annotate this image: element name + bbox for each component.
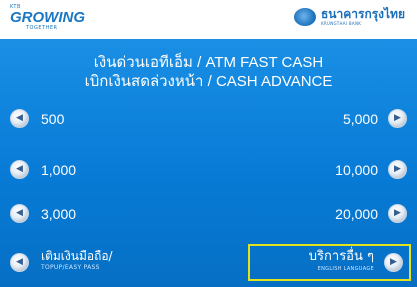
amount-label: 3,000 [41, 205, 77, 222]
amount-label: 10,000 [335, 161, 378, 178]
select-arrow-icon: ◀ [10, 109, 29, 128]
topup-button[interactable]: ◀ เติมเงินมือถือ/ TOPUP/EASY PASS [10, 250, 113, 274]
amount-button-500[interactable]: ◀ 500 [10, 109, 64, 128]
select-arrow-icon: ▶ [388, 109, 407, 128]
growing-together-logo: KTB GROWING TOGETHER [10, 4, 85, 31]
atm-screen: KTB GROWING TOGETHER ธนาคารกรุงไทย KRUNG… [0, 0, 417, 287]
other-services-sublabel: ENGLISH LANGUAGE [317, 265, 374, 272]
amount-button-5000[interactable]: 5,000 ▶ [343, 109, 407, 128]
select-arrow-icon: ▶ [388, 204, 407, 223]
amount-button-20000[interactable]: 20,000 ▶ [335, 204, 407, 223]
bank-name-thai: ธนาคารกรุงไทย [320, 7, 405, 21]
bank-name-english: KRUNGTHAI BANK [320, 21, 362, 26]
amount-label: 1,000 [41, 161, 77, 178]
title-cash-advance: เบิกเงินสดล่วงหน้า / CASH ADVANCE [84, 73, 333, 90]
amount-label: 500 [41, 110, 65, 127]
bank-emblem-icon [293, 8, 316, 26]
select-arrow-icon: ◀ [10, 204, 29, 223]
header-bar: KTB GROWING TOGETHER ธนาคารกรุงไทย KRUNG… [0, 0, 417, 39]
amount-label: 5,000 [342, 110, 378, 127]
amount-button-1000[interactable]: ◀ 1,000 [10, 160, 76, 179]
amount-button-3000[interactable]: ◀ 3,000 [10, 204, 76, 223]
topup-sublabel: TOPUP/EASY PASS [41, 264, 100, 271]
other-services-button[interactable]: บริการอื่น ๆ ENGLISH LANGUAGE ▶ [248, 244, 411, 281]
amount-button-10000[interactable]: 10,000 ▶ [335, 160, 407, 179]
other-services-label: บริการอื่น ๆ [308, 248, 374, 264]
amount-label: 20,000 [335, 205, 378, 222]
topup-label: เติมเงินมือถือ/ [41, 249, 113, 263]
select-arrow-icon: ◀ [10, 252, 29, 272]
select-arrow-icon: ▶ [388, 160, 407, 179]
krungthai-bank-logo: ธนาคารกรุงไทย KRUNGTHAI BANK [293, 7, 405, 26]
logo-brand-text: GROWING [10, 9, 85, 26]
select-arrow-icon: ▶ [384, 253, 403, 272]
select-arrow-icon: ◀ [10, 160, 29, 179]
